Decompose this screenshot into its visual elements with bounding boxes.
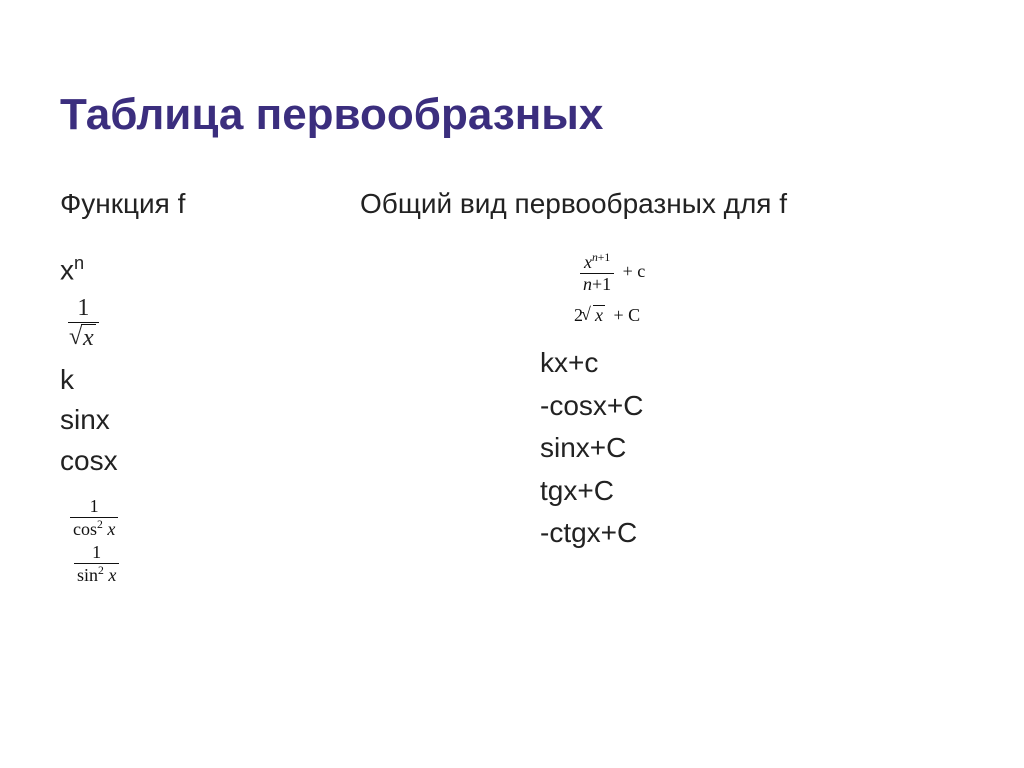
item-power-antiderivative: xn+1 n+1 + c (580, 252, 964, 295)
sin2-x: x (108, 565, 116, 585)
pow-num-base: x (584, 252, 592, 272)
column-function: Функция f xn 1 x k (60, 188, 360, 590)
pow-den-a: n (583, 274, 592, 294)
item-sinx: sinx (60, 402, 360, 438)
sqrt-x: x (593, 305, 605, 326)
cos2-x: x (107, 519, 115, 539)
item-xn: xn (60, 252, 360, 289)
pow-tail: + c (623, 261, 646, 281)
cos2-exp: 2 (97, 518, 103, 531)
cos2-num: 1 (70, 497, 118, 518)
xn-exp: n (74, 253, 84, 273)
item-cosx: cosx (60, 443, 360, 479)
pow-den-plus: + (592, 274, 602, 294)
left-stack: xn 1 x k sinx cosx (60, 252, 360, 586)
pow-den-b: 1 (602, 274, 611, 294)
sin2-sin: sin (77, 565, 98, 585)
page-title: Таблица первообразных (60, 90, 964, 140)
item-mctgxc: -ctgx+C (540, 515, 964, 551)
item-sinxc: sinx+C (540, 430, 964, 466)
sin2-exp: 2 (98, 564, 104, 577)
column-antiderivative: Общий вид первообразных для f xn+1 n+1 +… (360, 188, 964, 590)
header-antiderivative: Общий вид первообразных для f (360, 188, 964, 220)
item-kxc: kx+c (540, 345, 964, 381)
pow-num-exp-b: 1 (604, 251, 610, 264)
item-k: k (60, 362, 360, 398)
item-2sqrtx: 2x + C (574, 305, 964, 326)
item-1-over-cos2x: 1 cos2 x (70, 497, 360, 540)
sqrt-tail: + C (614, 305, 641, 325)
frac1-den-x: x (81, 324, 96, 352)
content-columns: Функция f xn 1 x k (60, 188, 964, 590)
cos2-cos: cos (73, 519, 97, 539)
slide: Таблица первообразных Функция f xn 1 x (0, 0, 1024, 630)
sqrt-icon: x (71, 324, 96, 352)
item-tgxc: tgx+C (540, 473, 964, 509)
header-function: Функция f (60, 188, 360, 220)
item-1-over-sqrt-x: 1 x (68, 295, 360, 352)
xn-base: x (60, 254, 74, 285)
sin2-num: 1 (74, 543, 119, 564)
item-1-over-sin2x: 1 sin2 x (74, 543, 360, 586)
item-mcosxc: -cosx+C (540, 388, 964, 424)
frac1-num: 1 (68, 295, 99, 323)
sqrt-icon-2: x (583, 305, 605, 326)
